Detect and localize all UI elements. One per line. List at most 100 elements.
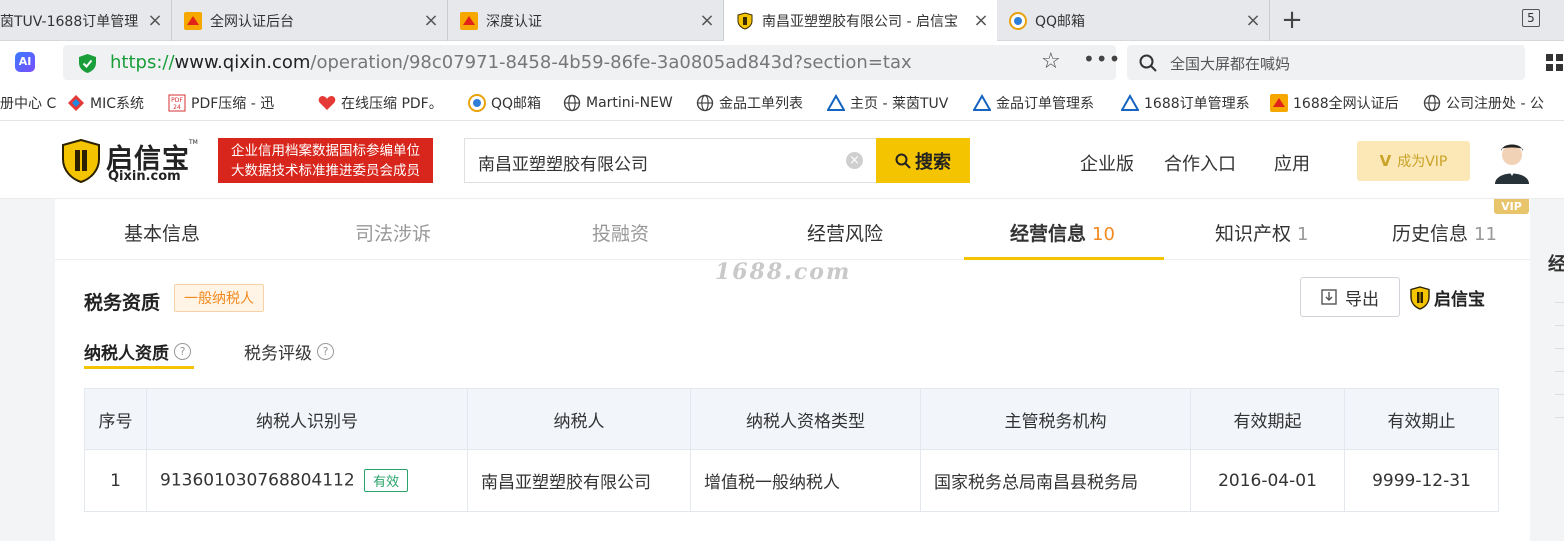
active-tab-underline	[964, 257, 1164, 260]
side-panel-label[interactable]: 经	[1548, 250, 1564, 276]
nav-partnership[interactable]: 合作入口	[1164, 150, 1236, 176]
tab-tuv-order[interactable]: 茵TUV-1688订单管理 ×	[0, 0, 172, 41]
col-taxpayer-id: 纳税人识别号	[146, 388, 468, 450]
more-options-icon[interactable]: •••	[1083, 47, 1121, 71]
logo-tm: TM	[189, 139, 198, 146]
subtab-tax-rating[interactable]: 税务评级 ?	[244, 339, 334, 364]
vip-badge: VIP	[1494, 199, 1529, 214]
bookmark-item[interactable]: QQ邮箱	[468, 85, 541, 121]
avatar[interactable]	[1489, 138, 1535, 184]
url-path: /operation/98c07971-8458-4b59-86fe-3a080…	[310, 52, 912, 73]
bookmark-item[interactable]: 在线压缩 PDF。	[318, 85, 458, 121]
col-tax-authority: 主管税务机构	[920, 388, 1191, 450]
tab-title: 深度认证	[486, 13, 542, 30]
company-search-field[interactable]: 南昌亚塑塑胶有限公司 ×	[464, 138, 876, 183]
side-panel-lines	[1555, 290, 1564, 418]
become-vip-button[interactable]: V 成为VIP	[1357, 141, 1470, 181]
nav-apps[interactable]: 应用	[1274, 150, 1310, 176]
tab-investment[interactable]: 投融资	[592, 219, 649, 246]
heart-icon	[318, 96, 336, 110]
bookmark-bar: 册中心 C MIC系统 PDF 24 PDF压缩 - 迅 在线压缩 PDF。 QQ…	[0, 85, 1564, 121]
company-search-input[interactable]: 南昌亚塑塑胶有限公司	[478, 150, 648, 175]
bookmark-star-icon[interactable]: ☆	[1041, 49, 1061, 74]
bookmark-item[interactable]: 金品订单管理系	[973, 85, 1103, 121]
site-header: 启信宝 TM Qixin.com 企业信用档案数据国标参编单位 大数据技术标准推…	[0, 122, 1564, 199]
vip-v-icon: V	[1379, 152, 1392, 170]
1688-icon	[1270, 94, 1288, 112]
url-scheme: https://	[110, 52, 175, 73]
search-button[interactable]: 搜索	[876, 138, 970, 183]
tab-count: 5	[1527, 11, 1535, 25]
credential-banner: 企业信用档案数据国标参编单位 大数据技术标准推进委员会成员	[218, 138, 433, 183]
bookmark-label: 金品工单列表	[719, 96, 803, 112]
bookmark-item[interactable]: 册中心 C	[0, 85, 58, 121]
tab-close-icon[interactable]: ×	[1245, 11, 1261, 29]
help-icon[interactable]: ?	[174, 343, 191, 360]
bookmark-item[interactable]: PDF 24 PDF压缩 - 迅	[168, 85, 300, 121]
bookmark-item[interactable]: 金品工单列表	[696, 85, 803, 121]
tab-title: QQ邮箱	[1035, 13, 1086, 30]
tab-business-info[interactable]: 经营信息 10	[1010, 219, 1115, 246]
tab-close-icon[interactable]: ×	[147, 11, 163, 29]
logo-english: Qixin.com	[108, 169, 181, 184]
svg-text:PDF: PDF	[171, 97, 183, 104]
tab-judicial[interactable]: 司法涉诉	[355, 219, 431, 246]
bookmark-item[interactable]: 1688全网认证后	[1270, 85, 1412, 121]
col-qualification-type: 纳税人资格类型	[690, 388, 921, 450]
side-panel-text: 经	[1548, 254, 1564, 275]
browser-search-box[interactable]: 全国大屏都在喊妈	[1127, 45, 1525, 80]
nav-enterprise[interactable]: 企业版	[1080, 150, 1134, 176]
address-bar[interactable]: https://www.qixin.com/operation/98c07971…	[63, 45, 1120, 80]
1688-icon	[460, 11, 478, 30]
tab-cert-admin[interactable]: 全网认证后台 ×	[172, 0, 448, 41]
tab-history[interactable]: 历史信息 11	[1392, 219, 1497, 246]
cell-valid-from: 2016-04-01	[1190, 449, 1345, 512]
status-badge: 有效	[364, 469, 409, 492]
browser-tab-strip: 茵TUV-1688订单管理 × 全网认证后台 × 深度认证 × 南昌亚塑塑胶有限…	[0, 0, 1564, 42]
tab-qq-mail[interactable]: QQ邮箱 ×	[997, 0, 1270, 41]
bookmark-label: 1688全网认证后	[1293, 96, 1399, 112]
apps-grid-icon[interactable]	[1546, 54, 1564, 72]
tab-ip[interactable]: 知识产权 1	[1215, 219, 1308, 246]
new-tab-button[interactable]: +	[1280, 6, 1304, 34]
cell-no: 1	[84, 449, 147, 512]
export-label: 导出	[1345, 289, 1379, 310]
tab-close-icon[interactable]: ×	[699, 11, 715, 29]
export-button[interactable]: 导出	[1300, 277, 1400, 317]
banner-line1: 企业信用档案数据国标参编单位	[231, 143, 420, 159]
tab-count: 11	[1474, 224, 1497, 245]
subtab-label: 纳税人资质	[84, 344, 169, 364]
triangle-icon	[827, 94, 845, 111]
tab-close-icon[interactable]: ×	[423, 11, 439, 29]
ai-assistant-icon[interactable]: AI	[15, 52, 35, 72]
1688-icon	[184, 11, 202, 30]
clear-input-icon[interactable]: ×	[846, 152, 863, 169]
tab-count-badge[interactable]: 5	[1522, 9, 1540, 27]
tab-deep-cert[interactable]: 深度认证 ×	[448, 0, 724, 41]
tab-qixin-company[interactable]: 南昌亚塑塑胶有限公司 - 启信宝 ×	[724, 0, 997, 42]
tab-label: 历史信息	[1392, 223, 1469, 245]
taxpayer-id-text[interactable]: 913601030768804112	[160, 471, 355, 491]
col-valid-from: 有效期起	[1190, 388, 1345, 450]
subtab-taxpayer-qualification[interactable]: 纳税人资质 ?	[84, 339, 191, 364]
bookmark-label: 公司注册处 - 公	[1446, 96, 1544, 112]
bookmark-item[interactable]: 主页 - 莱茵TUV	[827, 85, 957, 121]
secure-shield-icon	[79, 54, 96, 73]
section-title: 税务资质	[84, 292, 161, 314]
tab-title: 南昌亚塑塑胶有限公司 - 启信宝	[762, 14, 958, 30]
help-icon[interactable]: ?	[317, 343, 334, 360]
bookmark-item[interactable]: Martini-NEW	[563, 85, 673, 121]
bookmark-item[interactable]: 公司注册处 - 公	[1423, 85, 1564, 121]
tax-qualification-table: 序号 纳税人识别号 纳税人 纳税人资格类型 主管税务机构 有效期起 有效期止 1…	[84, 388, 1499, 512]
cell-valid-to: 9999-12-31	[1344, 449, 1499, 512]
tab-business-risk[interactable]: 经营风险	[807, 219, 883, 246]
bookmark-item[interactable]: MIC系统	[67, 85, 144, 121]
bookmark-item[interactable]: 1688订单管理系	[1121, 85, 1255, 121]
cell-taxpayer[interactable]: 南昌亚塑塑胶有限公司	[467, 449, 691, 512]
search-icon	[895, 153, 911, 169]
tab-close-icon[interactable]: ×	[973, 12, 989, 30]
tab-label: 基本信息	[124, 223, 201, 245]
tab-basic-info[interactable]: 基本信息	[124, 219, 200, 246]
cell-qualification-type: 增值税一般纳税人	[690, 449, 921, 512]
qixin-logo[interactable]: 启信宝 TM Qixin.com	[62, 139, 202, 185]
